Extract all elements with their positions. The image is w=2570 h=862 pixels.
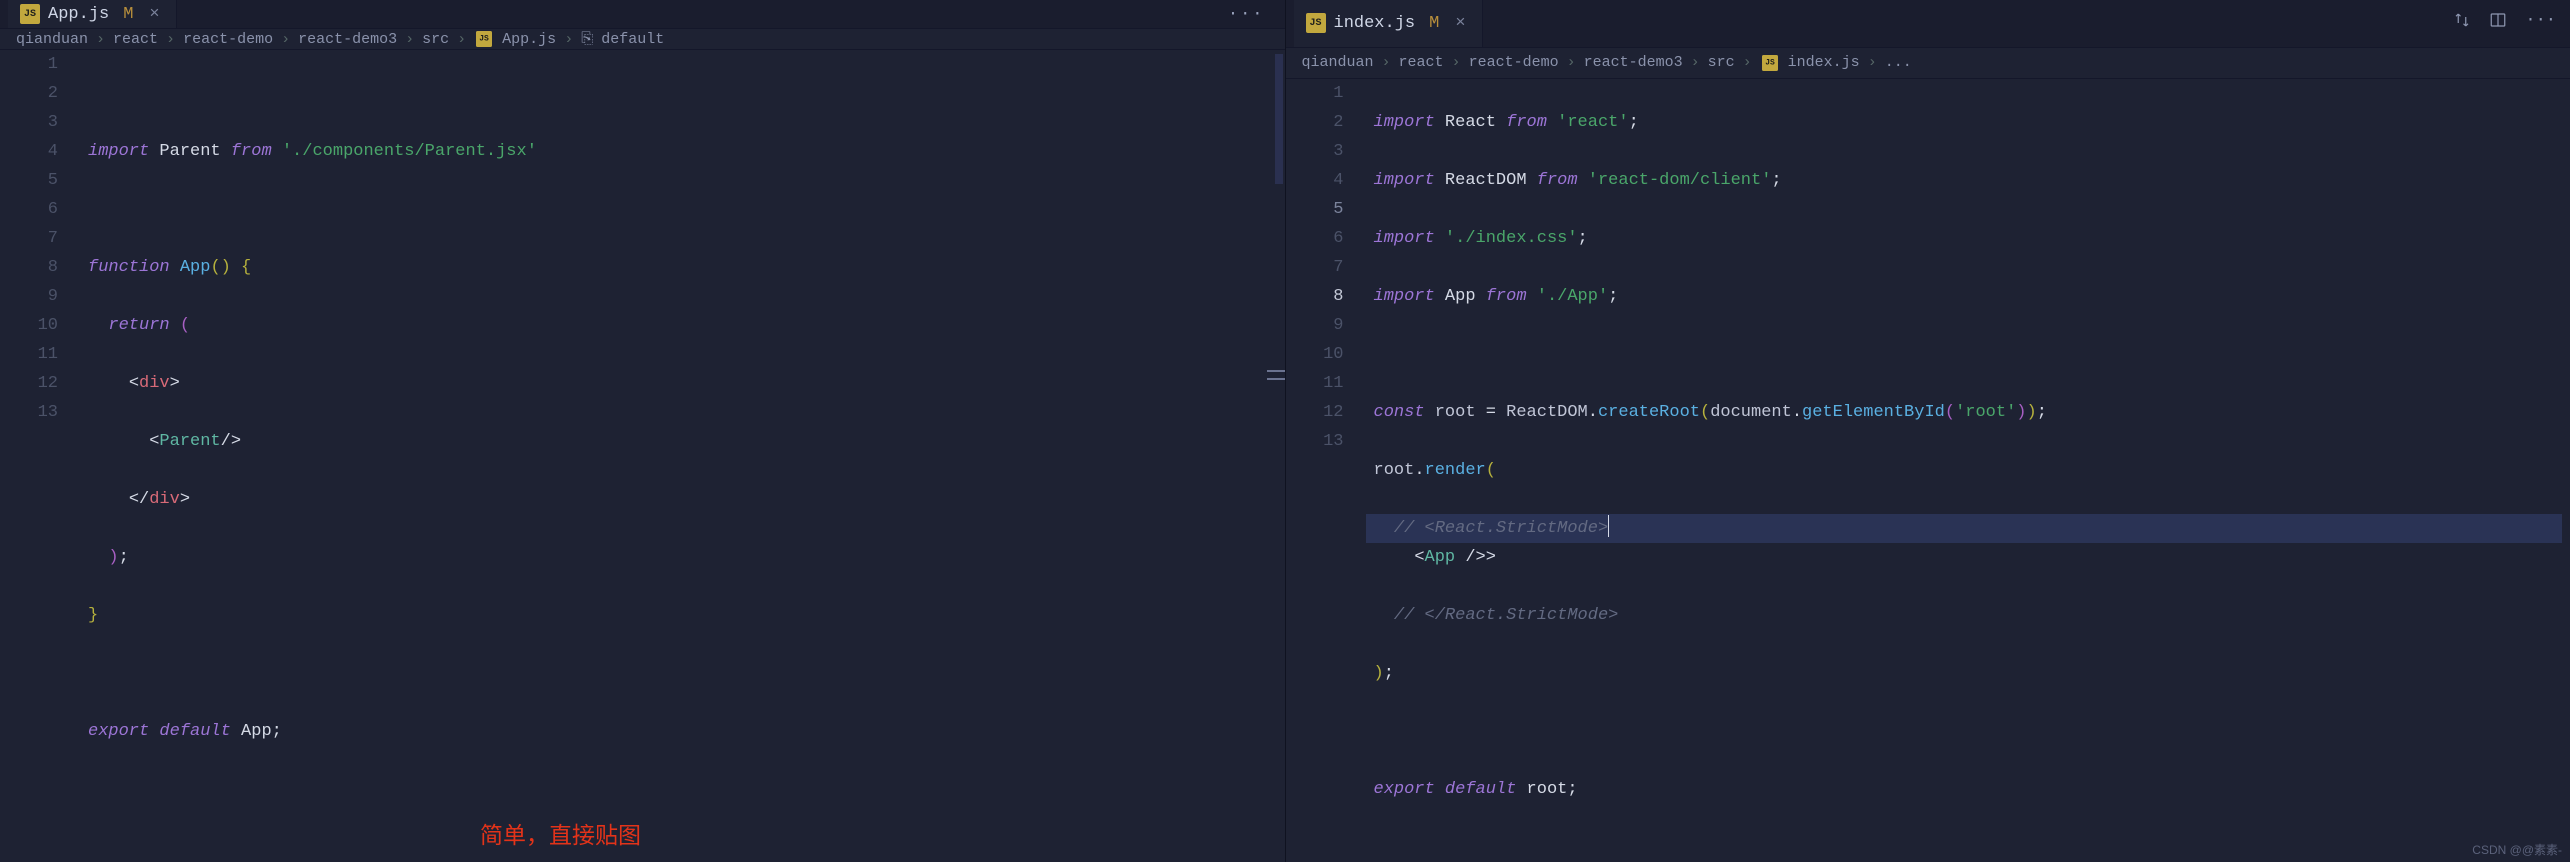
- tab-label: App.js: [48, 5, 109, 24]
- tab-app-js[interactable]: JS App.js M ×: [8, 0, 177, 28]
- watermark-text: CSDN @@素素-: [2472, 841, 2562, 858]
- modified-indicator: M: [123, 5, 133, 24]
- crumb[interactable]: react: [1399, 54, 1444, 71]
- js-file-icon: JS: [20, 4, 40, 24]
- crumb[interactable]: App.js: [502, 31, 556, 48]
- breadcrumb[interactable]: qianduan› react› react-demo› react-demo3…: [0, 29, 1285, 50]
- crumb[interactable]: index.js: [1788, 54, 1860, 71]
- minimap[interactable]: [1275, 54, 1283, 184]
- line-gutter: 12345678910111213: [0, 50, 80, 862]
- tab-bar: JS App.js M × ···: [0, 0, 1285, 29]
- minimap-bracket-icon: [1267, 370, 1285, 372]
- split-editor: JS App.js M × ··· qianduan› react› react…: [0, 0, 2570, 862]
- modified-indicator: M: [1429, 14, 1439, 33]
- code-content[interactable]: import React from 'react'; import ReactD…: [1366, 79, 2570, 862]
- tab-overflow-icon[interactable]: ···: [1208, 5, 1285, 24]
- line-gutter: 12345678910111213: [1286, 79, 1366, 862]
- compare-changes-icon[interactable]: [2453, 11, 2471, 35]
- crumb[interactable]: react-demo3: [298, 31, 397, 48]
- tab-bar: JS index.js M × ···: [1286, 0, 2570, 48]
- breadcrumb[interactable]: qianduan› react› react-demo› react-demo3…: [1286, 48, 2570, 79]
- crumb[interactable]: ...: [1885, 54, 1912, 71]
- crumb[interactable]: src: [422, 31, 449, 48]
- crumb[interactable]: react: [113, 31, 158, 48]
- code-editor[interactable]: 12345678910111213 import React from 'rea…: [1286, 79, 2570, 862]
- crumb[interactable]: src: [1708, 54, 1735, 71]
- js-file-icon: JS: [476, 31, 492, 47]
- crumb[interactable]: default: [601, 31, 664, 48]
- js-file-icon: JS: [1306, 13, 1326, 33]
- editor-pane-right: JS index.js M × ··· qianduan› react› rea…: [1286, 0, 2570, 862]
- crumb[interactable]: react-demo3: [1584, 54, 1683, 71]
- js-file-icon: JS: [1762, 55, 1778, 71]
- annotation-text: 简单，直接贴图: [480, 816, 641, 850]
- code-editor[interactable]: 12345678910111213 import Parent from './…: [0, 50, 1285, 862]
- split-editor-icon[interactable]: [2489, 11, 2507, 35]
- crumb[interactable]: react-demo: [183, 31, 273, 48]
- text-cursor: [1608, 515, 1609, 537]
- tab-index-js[interactable]: JS index.js M ×: [1294, 0, 1483, 47]
- crumb[interactable]: react-demo: [1469, 54, 1559, 71]
- crumb[interactable]: qianduan: [16, 31, 88, 48]
- crumb[interactable]: qianduan: [1302, 54, 1374, 71]
- code-content[interactable]: import Parent from './components/Parent.…: [80, 50, 1285, 862]
- close-icon[interactable]: ×: [1455, 14, 1465, 33]
- close-icon[interactable]: ×: [149, 5, 159, 24]
- editor-pane-left: JS App.js M × ··· qianduan› react› react…: [0, 0, 1286, 862]
- more-actions-icon[interactable]: ···: [2525, 11, 2556, 35]
- tab-label: index.js: [1334, 14, 1416, 33]
